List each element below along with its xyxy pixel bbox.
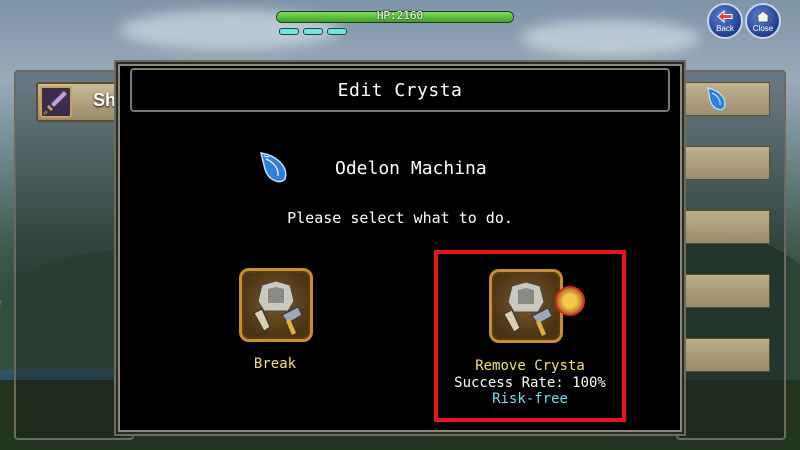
instruction-text: Please select what to do. xyxy=(287,209,513,227)
armor-hammer-icon xyxy=(239,268,313,342)
background-panel-left xyxy=(14,70,134,440)
remove-crysta-option[interactable]: Remove Crysta Success Rate: 100% Risk-fr… xyxy=(434,250,626,422)
success-rate-text: Success Rate: 100% xyxy=(454,375,606,391)
background-slot xyxy=(682,338,770,372)
break-label: Break xyxy=(253,356,297,372)
hp-bar-fill xyxy=(277,12,513,22)
mp-pip xyxy=(303,28,323,35)
sword-icon xyxy=(40,86,72,118)
mp-pip xyxy=(327,28,347,35)
crysta-slot-badge-icon xyxy=(555,286,585,316)
crysta-info: Odelon Machina xyxy=(255,148,487,188)
background-tab-label: Sh xyxy=(93,90,117,110)
hp-bar xyxy=(276,11,514,23)
crysta-gem-icon xyxy=(707,87,726,111)
home-icon xyxy=(755,10,771,23)
armor-hammer-icon xyxy=(489,269,563,343)
back-button-label: Back xyxy=(716,24,734,33)
crysta-gem-icon xyxy=(260,152,287,183)
dialog-header: Edit Crysta xyxy=(130,68,670,112)
mp-pip xyxy=(279,28,299,35)
remove-crysta-label: Remove Crysta xyxy=(475,358,585,374)
back-button[interactable]: Back xyxy=(707,3,743,39)
close-button-label: Close xyxy=(752,24,774,33)
risk-free-text: Risk-free xyxy=(492,391,568,407)
mp-pips xyxy=(279,28,347,35)
break-option[interactable]: Break xyxy=(182,262,368,432)
close-button[interactable]: Close xyxy=(745,3,781,39)
dialog-title: Edit Crysta xyxy=(337,79,463,101)
background-panel-right xyxy=(676,70,786,440)
background-slot xyxy=(682,274,770,308)
crysta-name: Odelon Machina xyxy=(335,157,487,179)
background-slot xyxy=(682,146,770,180)
back-arrow-icon xyxy=(717,10,733,23)
